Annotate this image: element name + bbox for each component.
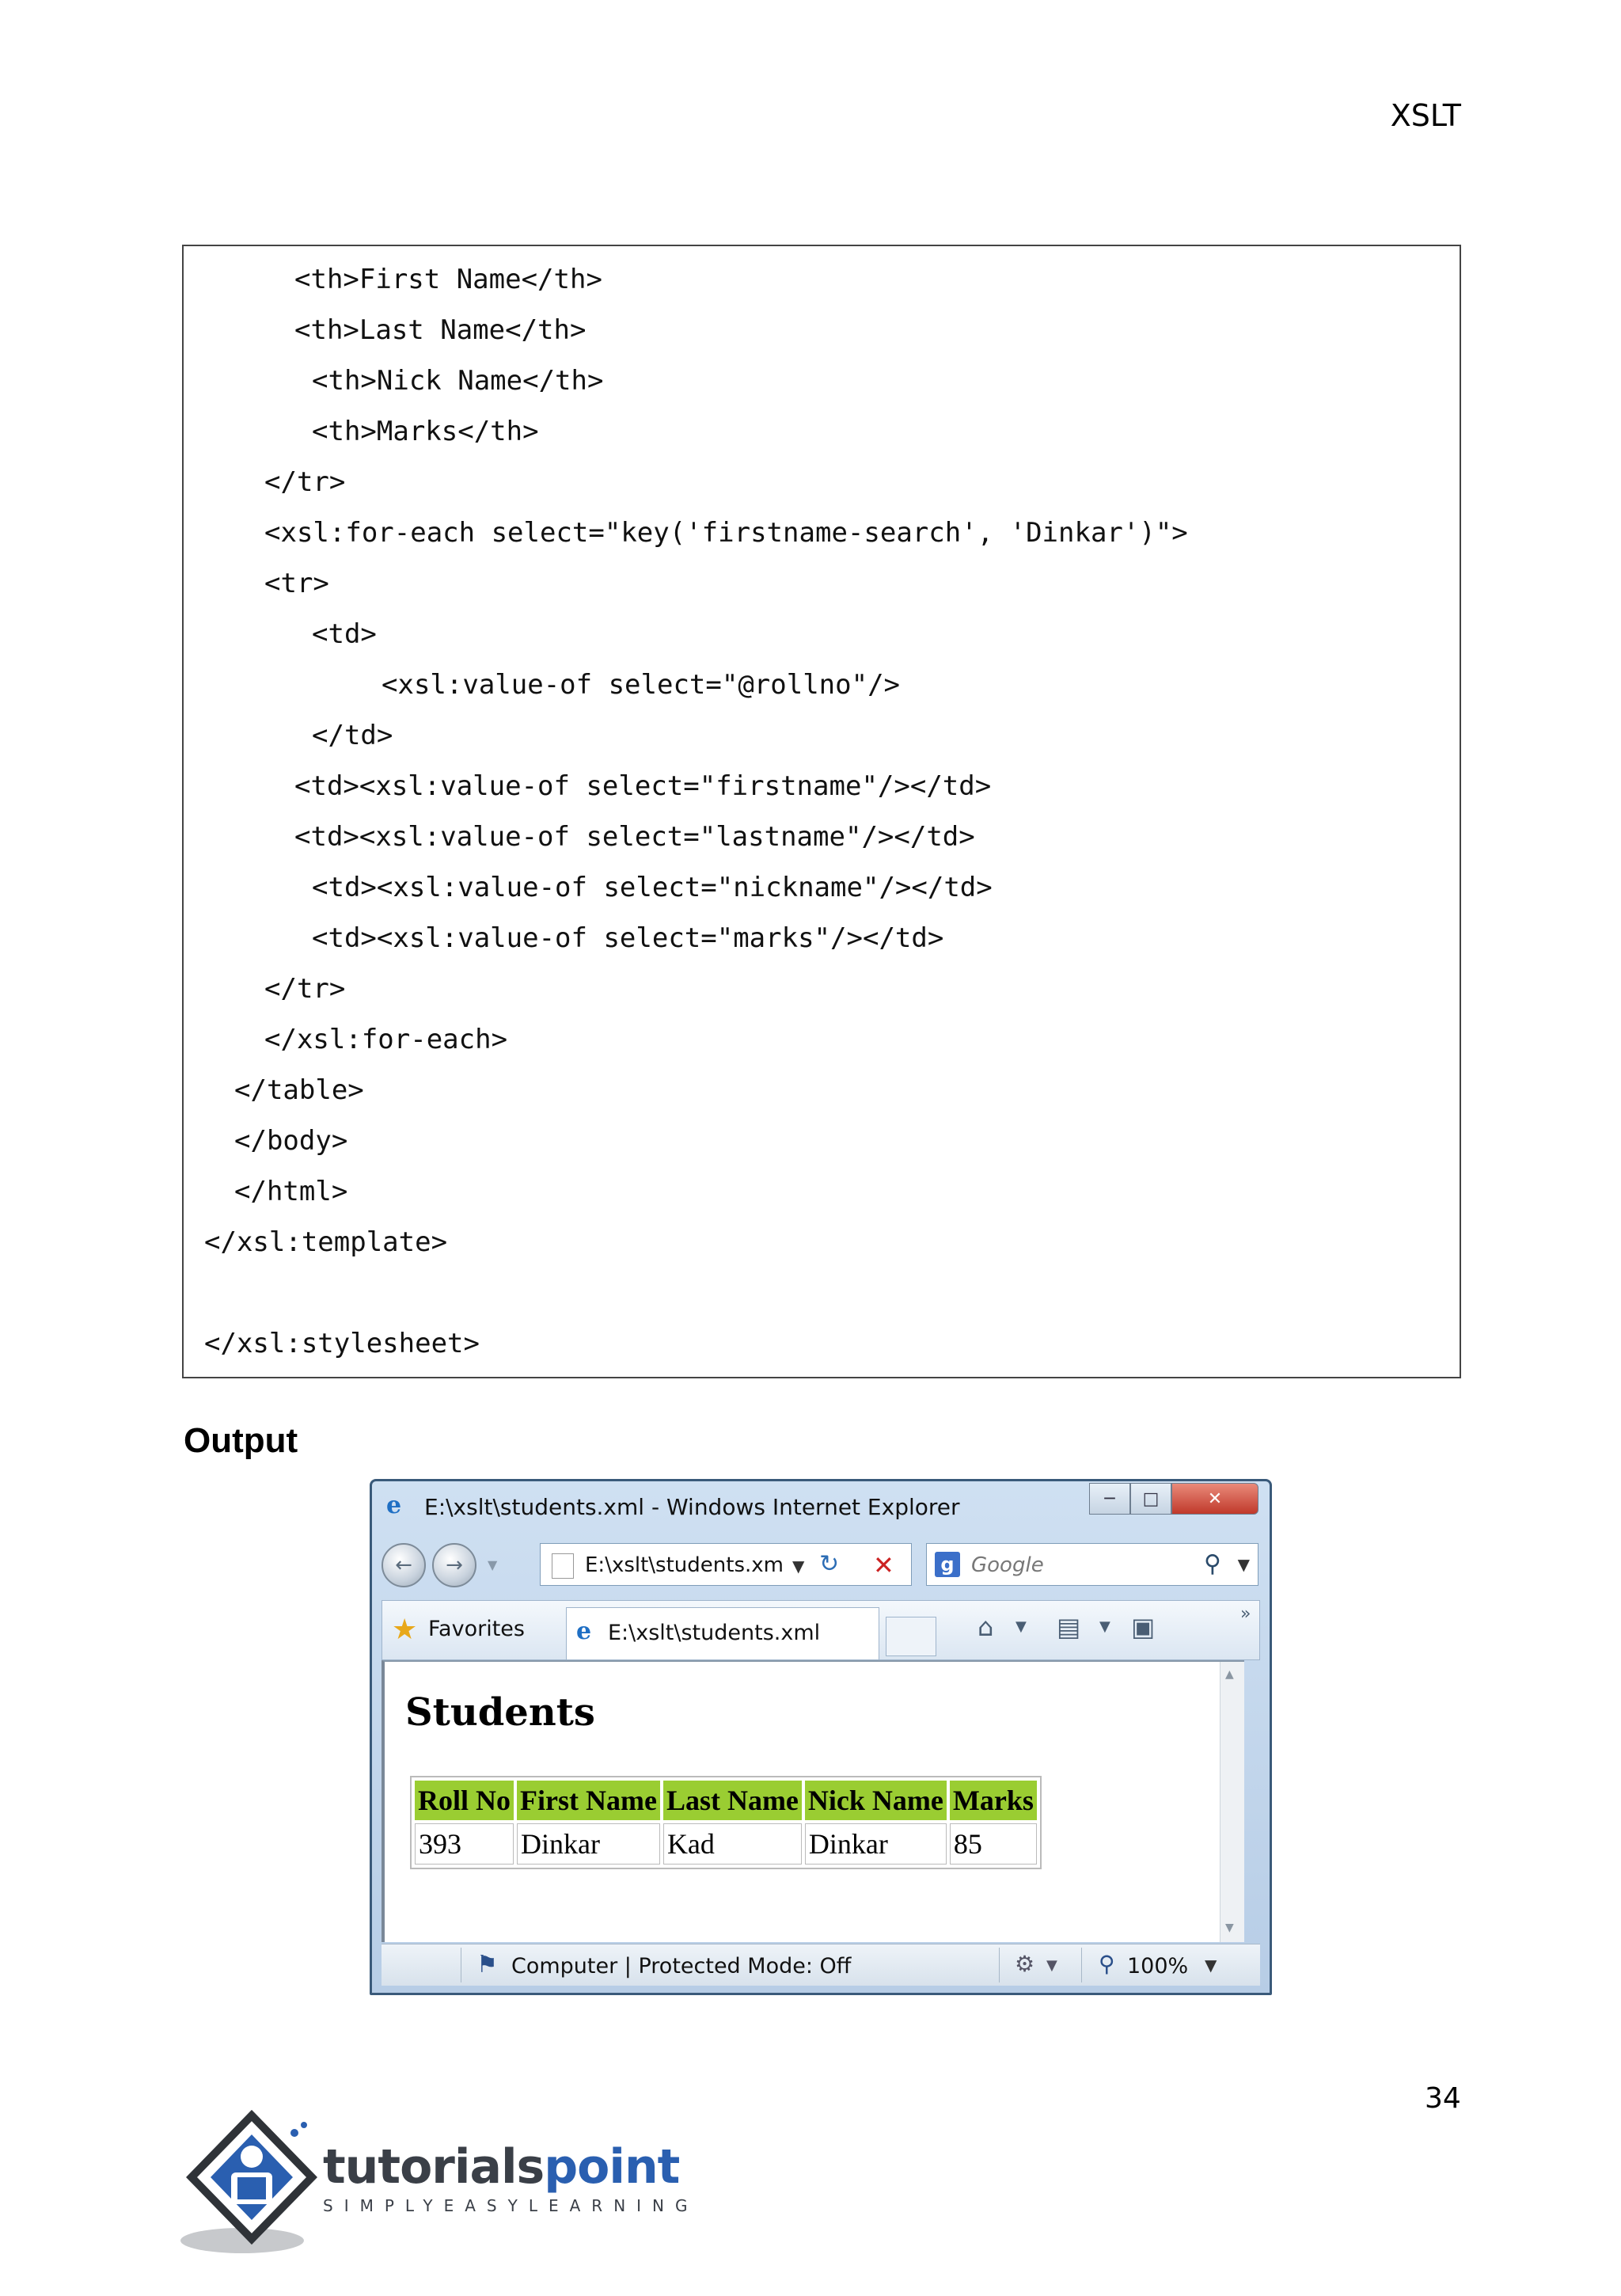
forward-button[interactable]: →	[432, 1543, 476, 1587]
feeds-dropdown-icon[interactable]: ▼	[1099, 1618, 1110, 1635]
history-dropdown-icon[interactable]: ▼	[488, 1557, 497, 1572]
code-line: <td><xsl:value-of select="marks"/></td>	[312, 922, 944, 954]
code-line: </tr>	[264, 973, 346, 1005]
status-divider	[999, 1948, 1000, 1982]
address-bar[interactable]: E:\xslt\students.xm ▼ ↻ ✕	[540, 1543, 912, 1586]
logo-emblem-icon	[180, 2109, 317, 2253]
favorites-button[interactable]: Favorites	[428, 1617, 525, 1641]
table-cell: Dinkar	[517, 1823, 660, 1865]
table-cell: 85	[949, 1823, 1037, 1865]
window-title: E:\xslt\students.xml - Windows Internet …	[424, 1494, 960, 1520]
table-cell: Dinkar	[804, 1823, 947, 1865]
tutorialspoint-logo: tutorialspoint SIMPLYEASYLEARNING	[179, 2106, 688, 2296]
window-controls: ─ □ ✕	[1089, 1483, 1258, 1516]
code-line: <tr>	[264, 568, 329, 599]
refresh-icon[interactable]: ↻	[819, 1550, 839, 1578]
code-line: <xsl:for-each select="key('firstname-sea…	[264, 517, 1188, 549]
table-cell: 393	[415, 1823, 514, 1865]
browser-window: e E:\xslt\students.xml - Windows Interne…	[370, 1479, 1272, 1995]
code-line: <th>Last Name</th>	[294, 314, 587, 346]
code-line: <td><xsl:value-of select="nickname"/></t…	[312, 872, 993, 903]
status-divider	[1081, 1948, 1082, 1982]
code-line: </td>	[312, 720, 393, 751]
output-heading: Output	[184, 1421, 298, 1460]
search-bar[interactable]: g Google ⚲ ▼	[926, 1543, 1258, 1586]
page-number: 34	[1425, 2082, 1461, 2115]
status-text: Computer | Protected Mode: Off	[511, 1954, 852, 1979]
forward-icon: →	[446, 1553, 463, 1577]
page-icon	[552, 1553, 574, 1579]
status-bar: ⚑ Computer | Protected Mode: Off ⚙ ▼ ⚲ 1…	[382, 1944, 1260, 1986]
code-line: </xsl:for-each>	[264, 1024, 508, 1055]
address-dropdown-icon[interactable]: ▼	[792, 1557, 804, 1576]
vertical-scrollbar[interactable]: ▲ ▼	[1220, 1662, 1244, 1942]
favorites-bar: ★ Favorites e E:\xslt\students.xml ⌂ ▼ ▤…	[382, 1600, 1260, 1660]
security-icon[interactable]: ⚙	[1015, 1951, 1034, 1977]
code-line: </body>	[234, 1125, 348, 1157]
scroll-down-icon[interactable]: ▼	[1225, 1922, 1234, 1934]
close-button[interactable]: ✕	[1171, 1483, 1258, 1515]
star-icon[interactable]: ★	[392, 1614, 417, 1646]
print-icon[interactable]: ▣	[1131, 1612, 1155, 1642]
back-button[interactable]: ←	[382, 1543, 426, 1587]
table-header: Last Name	[662, 1781, 802, 1820]
home-dropdown-icon[interactable]: ▼	[1015, 1618, 1027, 1635]
title-bar: e E:\xslt\students.xml - Windows Interne…	[372, 1481, 1270, 1532]
table-cell: Kad	[662, 1823, 802, 1865]
computer-icon: ⚑	[476, 1951, 498, 1979]
search-dropdown-icon[interactable]: ▼	[1238, 1555, 1250, 1574]
code-line: <th>Marks</th>	[312, 416, 539, 447]
search-placeholder: Google	[971, 1553, 1044, 1577]
google-icon: g	[935, 1552, 960, 1577]
ie-logo-icon: e	[386, 1492, 402, 1519]
zoom-icon[interactable]: ⚲	[1099, 1951, 1115, 1977]
code-line: <td>	[312, 618, 377, 650]
students-table: Roll No First Name Last Name Nick Name M…	[410, 1776, 1042, 1869]
code-line: <td><xsl:value-of select="lastname"/></t…	[294, 821, 975, 853]
page-header-title: XSLT	[1390, 98, 1461, 133]
code-line: <th>First Name</th>	[294, 264, 602, 295]
maximize-button[interactable]: □	[1130, 1483, 1171, 1515]
chevron-right-icon[interactable]: »	[1240, 1604, 1251, 1624]
code-line: </table>	[234, 1074, 364, 1106]
code-line: <th>Nick Name</th>	[312, 365, 604, 397]
code-line: </tr>	[264, 466, 346, 498]
table-header: Roll No	[415, 1781, 514, 1820]
page-heading: Students	[405, 1690, 595, 1735]
code-line: <xsl:value-of select="@rollno"/>	[382, 669, 901, 701]
logo-tagline: SIMPLYEASYLEARNING	[323, 2196, 699, 2215]
table-header: Marks	[949, 1781, 1037, 1820]
search-icon[interactable]: ⚲	[1204, 1550, 1221, 1578]
navigation-bar: ← → ▼ E:\xslt\students.xm ▼ ↻ ✕ g Google…	[372, 1532, 1270, 1598]
tab-students[interactable]: e E:\xslt\students.xml	[566, 1607, 879, 1659]
table-header: Nick Name	[804, 1781, 947, 1820]
stop-icon[interactable]: ✕	[873, 1550, 894, 1580]
security-dropdown-icon[interactable]: ▼	[1046, 1957, 1057, 1974]
back-icon: ←	[395, 1553, 412, 1577]
tab-title: E:\xslt\students.xml	[608, 1621, 821, 1645]
zoom-level[interactable]: 100%	[1127, 1954, 1188, 1979]
table-header: First Name	[517, 1781, 660, 1820]
address-text: E:\xslt\students.xm	[585, 1553, 784, 1577]
code-block: <th>First Name</th> <th>Last Name</th> <…	[182, 245, 1461, 1378]
zoom-dropdown-icon[interactable]: ▼	[1205, 1956, 1217, 1975]
code-line: </xsl:template>	[204, 1226, 448, 1258]
ie-tab-icon: e	[576, 1617, 592, 1645]
minimize-button[interactable]: ─	[1089, 1483, 1130, 1515]
home-icon[interactable]: ⌂	[978, 1612, 993, 1642]
new-tab-button[interactable]	[886, 1617, 936, 1656]
code-line: </html>	[234, 1176, 348, 1207]
code-line: <td><xsl:value-of select="firstname"/></…	[294, 770, 992, 802]
code-line: </xsl:stylesheet>	[204, 1328, 480, 1359]
logo-wordmark: tutorialspoint	[323, 2139, 680, 2195]
feeds-icon[interactable]: ▤	[1057, 1612, 1080, 1642]
table-row: 393 Dinkar Kad Dinkar 85	[415, 1823, 1037, 1865]
scroll-up-icon[interactable]: ▲	[1225, 1668, 1234, 1681]
page-content: Students Roll No First Name Last Name Ni…	[382, 1660, 1244, 1942]
